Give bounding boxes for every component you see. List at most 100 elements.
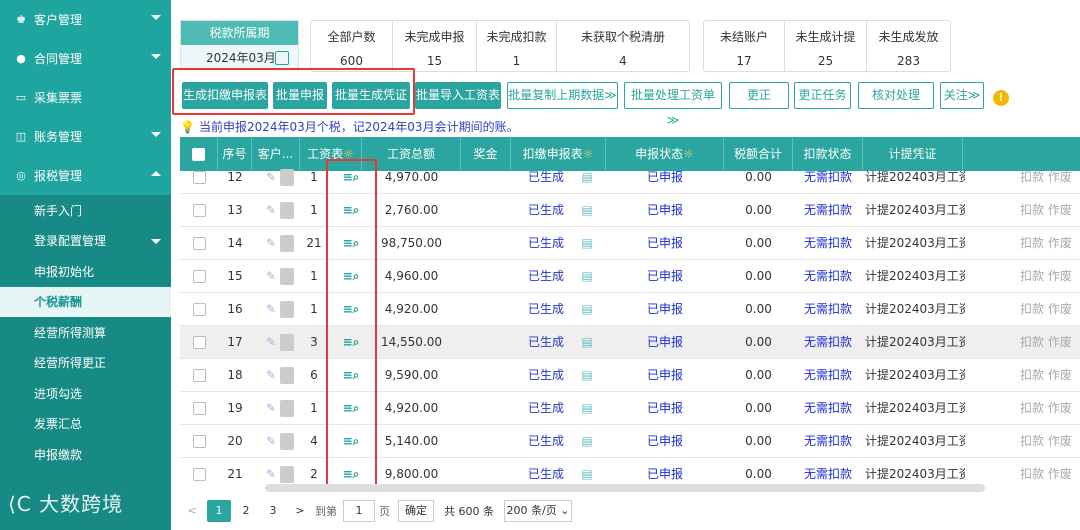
sidebar-subitem-invoice[interactable]: 发票汇总 bbox=[0, 409, 171, 440]
table-row[interactable]: 13 ✎ 1 ≡⌕ 2,760.00 已生成 ▤ 已申报 0.00 无需扣款 计提202403月工资… bbox=[180, 194, 1080, 227]
stat-no-accrual[interactable]: 未生成计提 25 bbox=[785, 21, 867, 71]
correct-button[interactable]: 更正 bbox=[729, 82, 789, 109]
row-report-status[interactable]: 已生成 bbox=[516, 260, 576, 293]
row-declare-status[interactable]: 已申报 bbox=[606, 161, 724, 194]
row-actions[interactable]: 扣款 作废 bbox=[1020, 326, 1080, 359]
sidebar-subitem-login-config[interactable]: 登录配置管理 bbox=[0, 226, 171, 257]
row-checkbox[interactable] bbox=[193, 369, 206, 382]
row-report-status[interactable]: 已生成 bbox=[516, 458, 576, 483]
stat-no-tax-list[interactable]: 未获取个税清册 4 bbox=[557, 21, 689, 71]
edit-icon[interactable]: ✎ bbox=[264, 194, 278, 227]
row-voucher[interactable]: 计提202403月工资 bbox=[865, 227, 965, 260]
row-actions[interactable]: 扣款 作废 bbox=[1020, 359, 1080, 392]
row-declare-status[interactable]: 已申报 bbox=[606, 260, 724, 293]
row-checkbox[interactable] bbox=[193, 402, 206, 415]
row-checkbox[interactable] bbox=[193, 171, 206, 184]
document-icon[interactable]: ▤ bbox=[578, 458, 596, 483]
edit-icon[interactable]: ✎ bbox=[264, 458, 278, 483]
document-icon[interactable]: ▤ bbox=[578, 425, 596, 458]
row-report-status[interactable]: 已生成 bbox=[516, 227, 576, 260]
row-report-status[interactable]: 已生成 bbox=[516, 293, 576, 326]
stat-unclosed[interactable]: 未结账户 17 bbox=[704, 21, 785, 71]
sidebar-subitem-init[interactable]: 申报初始化 bbox=[0, 256, 171, 287]
sidebar-item-contract[interactable]: ● 合同管理 bbox=[0, 39, 171, 78]
sidebar-item-customer[interactable]: ♚ 客户管理 bbox=[0, 0, 171, 39]
page-input[interactable]: 1 bbox=[343, 500, 375, 522]
verify-button[interactable]: 核对处理 bbox=[858, 82, 934, 109]
follow-button[interactable]: 关注≫ bbox=[940, 82, 984, 109]
edit-icon[interactable]: ✎ bbox=[264, 425, 278, 458]
row-voucher[interactable]: 计提202403月工资 bbox=[865, 425, 965, 458]
correct-task-button[interactable]: 更正任务 bbox=[794, 82, 851, 109]
sidebar-subitem-beginner[interactable]: 新手入门 bbox=[0, 195, 171, 226]
row-declare-status[interactable]: 已申报 bbox=[606, 227, 724, 260]
row-declare-status[interactable]: 已申报 bbox=[606, 194, 724, 227]
row-voucher[interactable]: 计提202403月工资 bbox=[865, 161, 965, 194]
stat-undeclared[interactable]: 未完成申报 15 bbox=[393, 21, 477, 71]
row-report-status[interactable]: 已生成 bbox=[516, 359, 576, 392]
edit-icon[interactable]: ✎ bbox=[264, 293, 278, 326]
stat-undeducted[interactable]: 未完成扣款 1 bbox=[477, 21, 557, 71]
prev-page-button[interactable]: < bbox=[180, 500, 204, 522]
batch-copy-button[interactable]: 批量复制上期数据≫ bbox=[507, 82, 618, 109]
row-voucher[interactable]: 计提202403月工资 bbox=[865, 194, 965, 227]
table-row[interactable]: 21 ✎ 2 ≡⌕ 9,800.00 已生成 ▤ 已申报 0.00 无需扣款 计提202403月工资… bbox=[180, 458, 1080, 483]
table-row[interactable]: 19 ✎ 1 ≡⌕ 4,920.00 已生成 ▤ 已申报 0.00 无需扣款 计提202403月工资… bbox=[180, 392, 1080, 425]
edit-icon[interactable]: ✎ bbox=[264, 359, 278, 392]
page-3-button[interactable]: 3 bbox=[261, 500, 285, 522]
table-row[interactable]: 18 ✎ 6 ≡⌕ 9,590.00 已生成 ▤ 已申报 0.00 无需扣款 计提202403月工资… bbox=[180, 359, 1080, 392]
row-actions[interactable]: 扣款 作废 bbox=[1020, 194, 1080, 227]
row-checkbox[interactable] bbox=[193, 237, 206, 250]
next-page-button[interactable]: > bbox=[288, 500, 312, 522]
document-icon[interactable]: ▤ bbox=[578, 392, 596, 425]
row-declare-status[interactable]: 已申报 bbox=[606, 293, 724, 326]
table-row[interactable]: 20 ✎ 4 ≡⌕ 5,140.00 已生成 ▤ 已申报 0.00 无需扣款 计提202403月工资… bbox=[180, 425, 1080, 458]
row-report-status[interactable]: 已生成 bbox=[516, 326, 576, 359]
table-row[interactable]: 17 ✎ 3 ≡⌕ 14,550.00 已生成 ▤ 已申报 0.00 无需扣款 计提202403月工… bbox=[180, 326, 1080, 359]
row-actions[interactable]: 扣款 作废 bbox=[1020, 458, 1080, 483]
document-icon[interactable]: ▤ bbox=[578, 260, 596, 293]
row-checkbox[interactable] bbox=[193, 435, 206, 448]
edit-icon[interactable]: ✎ bbox=[264, 227, 278, 260]
row-declare-status[interactable]: 已申报 bbox=[606, 458, 724, 483]
sidebar-item-collect[interactable]: ▭ 采集票票 bbox=[0, 78, 171, 117]
row-voucher[interactable]: 计提202403月工资 bbox=[865, 260, 965, 293]
sidebar-item-tax[interactable]: ◎ 报税管理 bbox=[0, 156, 171, 195]
confirm-button[interactable]: 确定 bbox=[398, 500, 434, 522]
document-icon[interactable]: ▤ bbox=[578, 161, 596, 194]
row-voucher[interactable]: 计提202403月工资 bbox=[865, 359, 965, 392]
stat-all[interactable]: 全部户数 600 bbox=[311, 21, 393, 71]
tax-period-picker[interactable]: 税款所属期 2024年03月 bbox=[180, 20, 299, 71]
table-row[interactable]: 14 ✎ 21 ≡⌕ 98,750.00 已生成 ▤ 已申报 0.00 无需扣款 计提202403月… bbox=[180, 227, 1080, 260]
row-report-status[interactable]: 已生成 bbox=[516, 194, 576, 227]
document-icon[interactable]: ▤ bbox=[578, 227, 596, 260]
row-report-status[interactable]: 已生成 bbox=[516, 392, 576, 425]
sidebar-subitem-input-select[interactable]: 进项勾选 bbox=[0, 378, 171, 409]
page-2-button[interactable]: 2 bbox=[234, 500, 258, 522]
row-checkbox[interactable] bbox=[193, 204, 206, 217]
document-icon[interactable]: ▤ bbox=[578, 359, 596, 392]
batch-import-button[interactable]: 批量导入工资表 bbox=[415, 82, 501, 109]
edit-icon[interactable]: ✎ bbox=[264, 161, 278, 194]
help-icon[interactable]: ! bbox=[993, 90, 1009, 106]
stat-no-payout[interactable]: 未生成发放 283 bbox=[867, 21, 950, 71]
row-declare-status[interactable]: 已申报 bbox=[606, 326, 724, 359]
row-actions[interactable]: 扣款 作废 bbox=[1020, 161, 1080, 194]
sidebar-subitem-biz-correct[interactable]: 经营所得更正 bbox=[0, 348, 171, 379]
row-voucher[interactable]: 计提202403月工资 bbox=[865, 293, 965, 326]
sidebar-subitem-payroll-tax[interactable]: 个税薪酬 bbox=[0, 286, 171, 317]
row-report-status[interactable]: 已生成 bbox=[516, 161, 576, 194]
row-checkbox[interactable] bbox=[193, 303, 206, 316]
row-checkbox[interactable] bbox=[193, 468, 206, 481]
row-checkbox[interactable] bbox=[193, 270, 206, 283]
edit-icon[interactable]: ✎ bbox=[264, 392, 278, 425]
row-actions[interactable]: 扣款 作废 bbox=[1020, 392, 1080, 425]
row-voucher[interactable]: 计提202403月工资 bbox=[865, 326, 965, 359]
sidebar-item-accounts[interactable]: ◫ 账务管理 bbox=[0, 117, 171, 156]
sidebar-subitem-payment[interactable]: 申报缴款 bbox=[0, 439, 171, 470]
batch-process-button[interactable]: 批量处理工资单≫ bbox=[624, 82, 722, 127]
page-size-select[interactable]: 200 条/页 ⌄ bbox=[504, 500, 572, 522]
table-row[interactable]: 15 ✎ 1 ≡⌕ 4,960.00 已生成 ▤ 已申报 0.00 无需扣款 计提202403月工资… bbox=[180, 260, 1080, 293]
edit-icon[interactable]: ✎ bbox=[264, 326, 278, 359]
row-declare-status[interactable]: 已申报 bbox=[606, 359, 724, 392]
